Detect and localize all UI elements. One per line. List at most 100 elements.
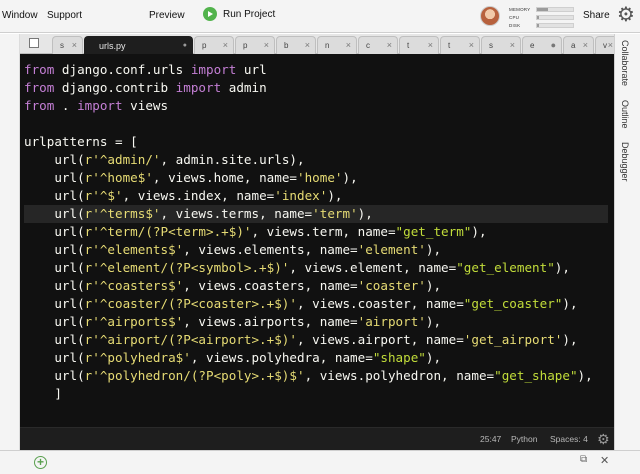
tab-urls-py[interactable]: urls.py ● [84, 36, 193, 54]
code-line[interactable]: ​ [24, 115, 608, 133]
language-mode[interactable]: Python [511, 434, 537, 444]
code-string: "get_shape" [494, 368, 578, 383]
indent-setting[interactable]: Spaces: 4 [550, 434, 588, 444]
code-text: url( [24, 242, 85, 257]
code-text: , views.home, name= [152, 170, 297, 185]
code-content[interactable]: from django.conf.urls import url from dja… [24, 61, 608, 403]
code-string: r'^polyhedron/(?P<poly>.+$)$' [84, 368, 305, 383]
tab-close-icon[interactable]: × [428, 40, 433, 50]
editor-tab[interactable]: a × [563, 36, 594, 54]
tab-collaborate[interactable]: Collaborate [620, 40, 630, 86]
tab-label: urls.py [99, 41, 126, 51]
code-line[interactable]: from django.conf.urls import url [24, 61, 608, 79]
code-line[interactable]: url(r'^coasters$', views.coasters, name=… [24, 277, 608, 295]
tab-close-icon[interactable]: × [72, 40, 77, 50]
editor-tab[interactable]: t × [399, 36, 439, 54]
run-project-button[interactable]: Run Project [203, 7, 275, 21]
code-line[interactable]: url(r'^term/(?P<term>.+$)', views.term, … [24, 223, 608, 241]
code-string: "shape" [372, 350, 426, 365]
code-line[interactable]: url(r'^polyhedra$', views.polyhedra, nam… [24, 349, 608, 367]
run-project-label: Run Project [223, 8, 276, 20]
unsaved-dot-icon[interactable]: ● [551, 40, 556, 50]
code-line[interactable]: url(r'^coaster/(?P<coaster>.+$)', views.… [24, 295, 608, 313]
code-text: , views.terms, name= [160, 206, 313, 221]
editor-tab[interactable]: p × [194, 36, 234, 54]
code-string: r'^elements$' [84, 242, 184, 257]
code-line[interactable]: url(r'^$', views.index, name='index'), [24, 187, 608, 205]
menu-support[interactable]: Support [47, 10, 82, 21]
code-line[interactable]: url(r'^element/(?P<symbol>.+$)', views.e… [24, 259, 608, 277]
code-string: r'^coaster/(?P<coaster>.+$)' [84, 296, 297, 311]
code-text: django.conf.urls [54, 62, 191, 77]
code-line[interactable]: url(r'^airport/(?P<airport>.+$)', views.… [24, 331, 608, 349]
tab-close-icon[interactable]: × [305, 40, 310, 50]
unsaved-dot-icon[interactable]: ● [183, 42, 187, 49]
editor-tab[interactable]: e ● [522, 36, 562, 54]
code-text: , views.polyhedron, name= [304, 368, 495, 383]
code-line[interactable]: url(r'^airports$', views.airports, name=… [24, 313, 608, 331]
editor-tab-bar: s × urls.py ● p × p × b × n × c × t × t × s × e ● a × v × [20, 34, 619, 54]
tab-close-icon[interactable]: × [469, 40, 474, 50]
code-keyword: import [190, 62, 237, 77]
code-line[interactable]: url(r'^elements$', views.elements, name=… [24, 241, 608, 259]
code-text: , admin.site.urls), [160, 152, 305, 167]
tab-close-icon[interactable]: × [264, 40, 269, 50]
code-text: urlpatterns = [ [24, 134, 138, 149]
resource-stats[interactable]: MEMORY CPU DISK [509, 5, 575, 29]
code-text: , views.elements, name= [183, 242, 358, 257]
tab-label: b [284, 41, 289, 50]
settings-gear-icon[interactable]: ⚙ [617, 5, 635, 25]
code-line-current[interactable]: url(r'^terms$', views.terms, name='term'… [24, 205, 608, 223]
code-line[interactable]: url(r'^polyhedron/(?P<poly>.+$)$', views… [24, 367, 608, 385]
editor-tab[interactable]: b × [276, 36, 316, 54]
code-text: url( [24, 350, 85, 365]
cursor-position[interactable]: 25:47 [480, 434, 501, 444]
code-string: 'element' [357, 242, 426, 257]
add-terminal-icon[interactable]: + [34, 456, 47, 469]
code-editor[interactable]: from django.conf.urls import url from dja… [20, 54, 614, 427]
code-line[interactable]: from django.contrib import admin [24, 79, 608, 97]
code-string: 'home' [296, 170, 343, 185]
cpu-stat: CPU [509, 13, 575, 21]
code-line[interactable]: ] [24, 385, 608, 403]
code-keyword: from [24, 80, 55, 95]
editor-tab[interactable]: s × [52, 36, 83, 54]
maximize-icon[interactable]: ⧉ [580, 454, 587, 465]
code-text: django.contrib [54, 80, 176, 95]
code-text: admin [221, 80, 267, 95]
tab-close-icon[interactable]: × [510, 40, 515, 50]
tab-close-icon[interactable]: × [583, 40, 588, 50]
tab-close-icon[interactable]: × [223, 40, 228, 50]
code-line[interactable]: urlpatterns = [ [24, 133, 608, 151]
editor-tab[interactable]: s × [481, 36, 521, 54]
code-line[interactable]: url(r'^home$', views.home, name='home'), [24, 169, 608, 187]
code-text: ), [342, 170, 358, 185]
code-line[interactable]: url(r'^admin/', admin.site.urls), [24, 151, 608, 169]
code-text: , views.index, name= [122, 188, 275, 203]
code-string: 'term' [312, 206, 358, 221]
editor-tab[interactable]: t × [440, 36, 480, 54]
memory-bar [536, 6, 574, 12]
close-panel-icon[interactable]: ✕ [600, 454, 609, 467]
tab-outline[interactable]: Outline [620, 100, 630, 129]
tab-close-icon[interactable]: × [346, 40, 351, 50]
code-text: . [54, 98, 78, 113]
tab-close-icon[interactable]: × [608, 40, 613, 50]
preview-button[interactable]: Preview [149, 10, 185, 21]
menu-window[interactable]: Window [2, 10, 38, 21]
tab-menu-icon[interactable] [29, 38, 39, 48]
editor-settings-gear-icon[interactable]: ⚙ [597, 431, 610, 448]
tab-close-icon[interactable]: × [387, 40, 392, 50]
code-line[interactable]: from . import views [24, 97, 608, 115]
tab-debugger[interactable]: Debugger [620, 142, 630, 182]
left-sidebar-collapsed[interactable] [0, 34, 20, 450]
code-keyword: import [175, 80, 222, 95]
editor-tab[interactable]: p × [235, 36, 275, 54]
code-text: url( [24, 260, 85, 275]
share-button[interactable]: Share [583, 10, 610, 21]
editor-tab[interactable]: c × [358, 36, 398, 54]
disk-label: DISK [509, 22, 521, 28]
editor-tab[interactable]: n × [317, 36, 357, 54]
cpu-bar-fill [537, 15, 539, 19]
avatar[interactable] [480, 6, 500, 26]
